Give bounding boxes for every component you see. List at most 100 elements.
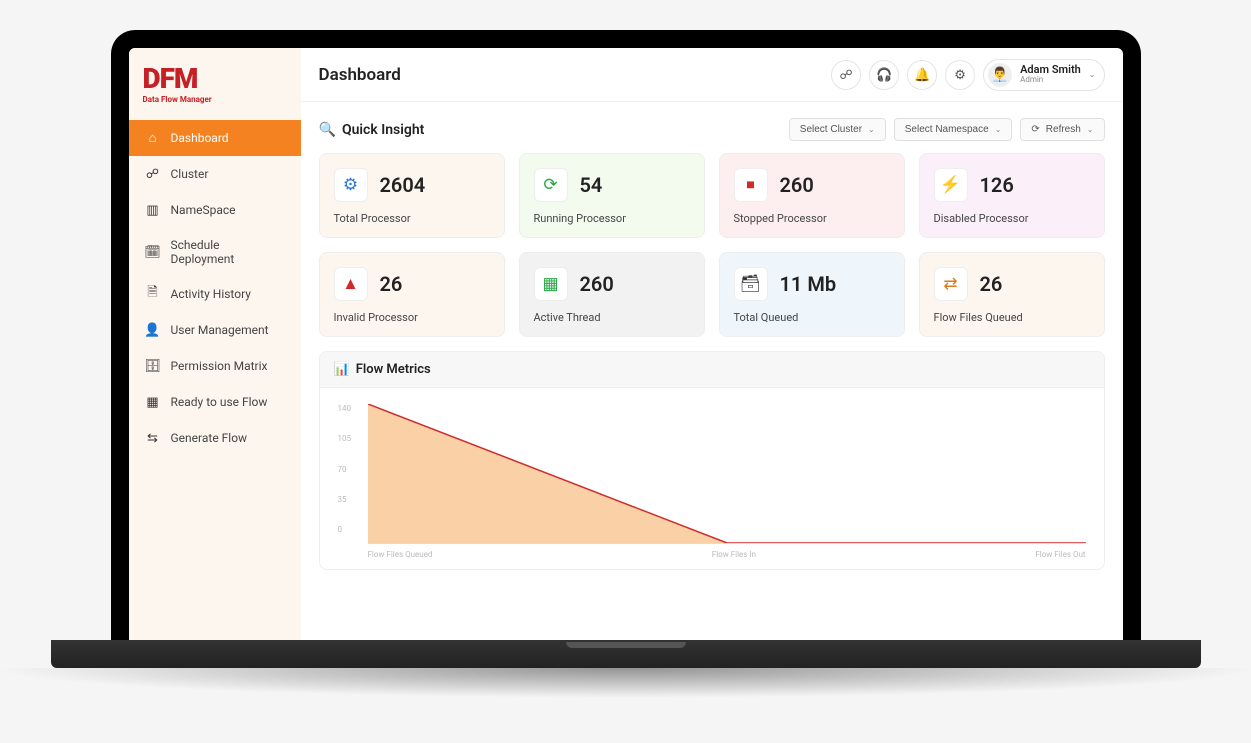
sidebar-item-label: Activity History (171, 287, 251, 301)
sidebar: DFM Data Flow Manager ⌂ Dashboard ☍ Clus… (129, 48, 301, 640)
history-icon: 🗎 (145, 286, 161, 302)
metric-card-value: 2604 (380, 173, 426, 197)
sidebar-item-dashboard[interactable]: ⌂ Dashboard (129, 120, 301, 156)
metric-card: ⟳54Running Processor (519, 153, 705, 238)
home-icon: ⌂ (145, 130, 161, 146)
y-tick-label: 70 (338, 465, 352, 474)
area-chart-svg (368, 404, 1086, 543)
x-tick-label: Flow Files Out (1035, 550, 1085, 559)
metric-card: 🗃 11 Mb Total Queued (719, 252, 905, 337)
metric-card-label: Total Processor (334, 212, 490, 225)
quick-insight-title: 🔍 Quick Insight (319, 122, 425, 138)
sidebar-item-cluster[interactable]: ☍ Cluster (129, 156, 301, 192)
headset-icon: 🎧 (876, 67, 892, 83)
sidebar-item-user-management[interactable]: 👤 User Management (129, 312, 301, 348)
refresh-label: Refresh (1046, 124, 1081, 135)
chevron-down-icon: ⌄ (1087, 125, 1094, 134)
metric-card-icon: ▦ (534, 267, 568, 301)
sidebar-item-namespace[interactable]: ▥ NameSpace (129, 192, 301, 228)
logo: DFM Data Flow Manager (129, 48, 301, 110)
flow-metrics-chart: 140 105 70 35 0 Flow Files QueuedFlow Files … (320, 388, 1104, 569)
namespace-icon: ▥ (145, 202, 161, 218)
metric-card-value: 260 (580, 272, 614, 296)
y-tick-label: 105 (338, 434, 352, 443)
sidebar-item-label: Permission Matrix (171, 359, 268, 373)
metric-card-label: Total Queued (734, 311, 890, 324)
sidebar-item-label: User Management (171, 323, 269, 337)
topbar: Dashboard ☍ 🎧 🔔 ⚙ 👨‍💼 Adam Smith Admin (301, 48, 1123, 102)
metric-card-label: Running Processor (534, 212, 690, 225)
quick-insight-label: Quick Insight (342, 122, 424, 138)
select-namespace-dropdown[interactable]: Select Namespace ⌄ (894, 118, 1013, 141)
chart-y-axis: 140 105 70 35 0 (338, 404, 352, 534)
y-tick-label: 0 (338, 525, 352, 534)
metric-card-value: 260 (780, 173, 814, 197)
page-title: Dashboard (319, 65, 401, 85)
metric-card-icon: 🗃 (734, 267, 768, 301)
users-icon: 👤 (145, 322, 161, 338)
sidebar-item-label: Cluster (171, 167, 209, 181)
metric-card-value: 11 Mb (780, 272, 837, 296)
metric-card-value: 54 (580, 173, 603, 197)
sidebar-item-label: Ready to use Flow (171, 395, 268, 409)
flow-metrics-header: 📊 Flow Metrics (320, 352, 1104, 388)
select-cluster-label: Select Cluster (800, 124, 862, 135)
metric-card-icon: ▲ (334, 267, 368, 301)
chevron-down-icon: ⌄ (1089, 70, 1096, 79)
metric-card-value: 126 (980, 173, 1014, 197)
metric-card-icon: ⏹ (734, 168, 768, 202)
sidebar-item-permission-matrix[interactable]: 🗄 Permission Matrix (129, 348, 301, 384)
sidebar-item-activity-history[interactable]: 🗎 Activity History (129, 276, 301, 312)
avatar: 👨‍💼 (988, 63, 1012, 87)
insight-filters: Select Cluster ⌄ Select Namespace ⌄ ⟳ Re… (789, 118, 1105, 141)
metric-card-value: 26 (380, 272, 403, 296)
sidebar-item-label: Schedule Deployment (171, 238, 285, 266)
select-cluster-dropdown[interactable]: Select Cluster ⌄ (789, 118, 886, 141)
refresh-icon: ⟳ (1031, 124, 1039, 135)
sidebar-item-ready-flow[interactable]: ▦ Ready to use Flow (129, 384, 301, 420)
metric-card: ⚡ 126 Disabled Processor (919, 153, 1105, 238)
support-button[interactable]: 🎧 (869, 60, 899, 90)
metric-card: ⚙ 2604 Total Processor (319, 153, 505, 238)
sidebar-nav: ⌂ Dashboard ☍ Cluster ▥ NameSpace 🗓 Sche… (129, 120, 301, 456)
notifications-button[interactable]: 🔔 (907, 60, 937, 90)
settings-button[interactable]: ⚙ (945, 60, 975, 90)
sidebar-item-schedule-deployment[interactable]: 🗓 Schedule Deployment (129, 228, 301, 276)
metric-card-icon: ⇄ (934, 267, 968, 301)
sidebar-item-label: Generate Flow (171, 431, 248, 445)
gear-icon: ⚙ (954, 67, 966, 83)
logo-subtitle: Data Flow Manager (143, 95, 212, 104)
bell-icon: 🔔 (914, 67, 930, 83)
refresh-button[interactable]: ⟳ Refresh ⌄ (1020, 118, 1104, 141)
flow-metrics-title: Flow Metrics (356, 362, 431, 377)
hierarchy-button[interactable]: ☍ (831, 60, 861, 90)
metric-card-label: Disabled Processor (934, 212, 1090, 225)
chart-x-axis: Flow Files QueuedFlow Files InFlow Files… (368, 550, 1086, 559)
chevron-down-icon: ⌄ (868, 125, 875, 134)
metric-card-label: Stopped Processor (734, 212, 890, 225)
select-namespace-label: Select Namespace (905, 124, 989, 135)
metric-card: ⇄ 26 Flow Files Queued (919, 252, 1105, 337)
user-menu[interactable]: 👨‍💼 Adam Smith Admin ⌄ (983, 59, 1104, 91)
metric-card-value: 26 (980, 272, 1003, 296)
metric-card-icon: ⚙ (334, 168, 368, 202)
sidebar-item-label: Dashboard (171, 131, 229, 145)
flow-icon: ▦ (145, 394, 161, 410)
main-panel: Dashboard ☍ 🎧 🔔 ⚙ 👨‍💼 Adam Smith Admin (301, 48, 1123, 640)
user-info: Adam Smith Admin (1020, 64, 1081, 85)
chart-icon: 📊 (334, 362, 350, 377)
sidebar-item-generate-flow[interactable]: ⇆ Generate Flow (129, 420, 301, 456)
generate-icon: ⇆ (145, 430, 161, 446)
metric-cards: ⚙2604Total Processor⟳54Running Processor… (319, 153, 1105, 337)
logo-text: DFM (143, 62, 198, 95)
metric-card: ⏹ 260 Stopped Processor (719, 153, 905, 238)
metric-card-label: Flow Files Queued (934, 311, 1090, 324)
metric-card-icon: ⚡ (934, 168, 968, 202)
x-tick-label: Flow Files In (712, 550, 756, 559)
hierarchy-icon: ☍ (840, 67, 853, 83)
insight-header: 🔍 Quick Insight Select Cluster ⌄ Select … (319, 118, 1105, 141)
y-tick-label: 140 (338, 404, 352, 413)
search-icon: 🔍 (319, 122, 336, 138)
y-tick-label: 35 (338, 495, 352, 504)
top-actions: ☍ 🎧 🔔 ⚙ 👨‍💼 Adam Smith Admin ⌄ (831, 59, 1104, 91)
